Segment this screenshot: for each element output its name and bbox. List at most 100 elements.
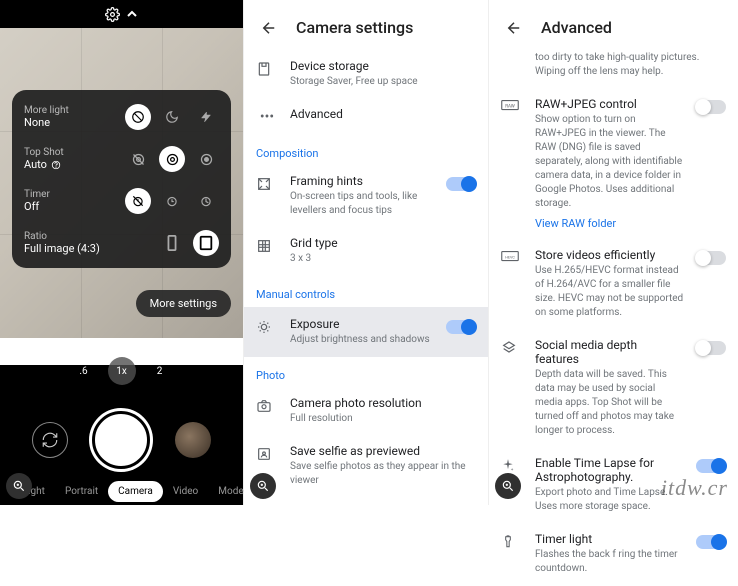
selfie-setting[interactable]: Save selfie as previewed Save selfie pho… xyxy=(256,436,476,498)
raw-jpeg-toggle[interactable] xyxy=(696,100,726,114)
shutter-button[interactable] xyxy=(92,411,150,469)
timer-off-icon[interactable] xyxy=(125,188,151,214)
quick-settings-panel: More light None Top Shot Auto xyxy=(12,90,231,268)
chevron-up-icon[interactable] xyxy=(126,10,138,18)
svg-text:RAW: RAW xyxy=(505,103,515,109)
hevc-icon: HEVC xyxy=(501,248,523,262)
resolution-setting[interactable]: Camera photo resolution Full resolution xyxy=(256,388,476,436)
advanced-label: Advanced xyxy=(290,107,476,121)
zoom-2x[interactable]: 2 xyxy=(146,357,174,385)
grid-type-setting[interactable]: Grid type 3 x 3 xyxy=(256,228,476,276)
view-raw-folder-link[interactable]: View RAW folder xyxy=(535,217,684,230)
topshot-auto-icon[interactable] xyxy=(159,146,185,172)
grid-type-label: Grid type xyxy=(290,236,476,250)
device-storage-label: Device storage xyxy=(290,59,476,73)
lens-hint-desc: too dirty to take high-quality pictures.… xyxy=(535,51,726,79)
flash-on-icon[interactable] xyxy=(193,104,219,130)
selfie-desc: Save selfie photos as they appear in the… xyxy=(290,460,476,488)
social-depth-setting[interactable]: Social media depth features Depth data w… xyxy=(501,330,726,448)
flash-off-icon[interactable] xyxy=(125,104,151,130)
ratio-value: Full image (4:3) xyxy=(24,242,100,255)
zoom-0.6x[interactable]: .6 xyxy=(70,357,98,385)
resolution-desc: Full resolution xyxy=(290,412,476,426)
raw-jpeg-setting[interactable]: RAW RAW+JPEG control Show option to turn… xyxy=(501,89,726,240)
selfie-icon xyxy=(256,444,278,462)
framing-hints-toggle[interactable] xyxy=(446,177,476,191)
more-light-row: More light None xyxy=(24,104,219,130)
mode-portrait[interactable]: Portrait xyxy=(55,481,108,502)
mode-video[interactable]: Video xyxy=(163,481,208,502)
ratio-43-icon[interactable] xyxy=(193,230,219,256)
help-icon[interactable] xyxy=(51,160,61,170)
night-mode-icon[interactable] xyxy=(159,104,185,130)
store-videos-toggle[interactable] xyxy=(696,251,726,265)
back-arrow-icon[interactable] xyxy=(260,19,278,37)
camera-top-bar xyxy=(0,0,243,28)
exposure-setting[interactable]: Exposure Adjust brightness and shadows xyxy=(244,307,488,357)
camera-app-panel: More light None Top Shot Auto xyxy=(0,0,244,505)
framing-hints-setting[interactable]: Framing hints On-screen tips and tools, … xyxy=(256,166,476,228)
more-light-value: None xyxy=(24,116,69,129)
mode-camera[interactable]: Camera xyxy=(108,481,163,502)
topshot-on-icon[interactable] xyxy=(193,146,219,172)
grid-type-desc: 3 x 3 xyxy=(290,252,476,266)
sparkle-icon xyxy=(501,456,523,472)
exposure-toggle[interactable] xyxy=(446,320,476,334)
store-videos-setting[interactable]: HEVC Store videos efficiently Use H.265/… xyxy=(501,240,726,330)
advanced-setting[interactable]: ••• Advanced xyxy=(256,99,476,135)
store-videos-desc: Use H.265/HEVC format instead of H.264/A… xyxy=(535,264,684,320)
exposure-icon xyxy=(256,317,278,335)
store-videos-label: Store videos efficiently xyxy=(535,248,684,262)
timer-light-toggle[interactable] xyxy=(696,535,726,549)
raw-jpeg-desc: Show option to turn on RAW+JPEG in the v… xyxy=(535,113,684,211)
ratio-169-icon[interactable] xyxy=(159,230,185,256)
flashlight-icon xyxy=(501,532,523,550)
zoom-1x[interactable]: 1x xyxy=(108,357,136,385)
settings-gear-icon[interactable] xyxy=(105,7,120,22)
magnifier-icon[interactable] xyxy=(250,473,276,499)
magnifier-icon[interactable] xyxy=(6,473,32,499)
raw-jpeg-label: RAW+JPEG control xyxy=(535,97,684,111)
resolution-label: Camera photo resolution xyxy=(290,396,476,410)
ratio-row: Ratio Full image (4:3) xyxy=(24,230,219,256)
svg-text:HEVC: HEVC xyxy=(505,255,515,259)
camera-bottom-controls: .6 1x 2 it Sight Portrait Camera Video M… xyxy=(0,365,243,505)
settings-header: Camera settings xyxy=(244,0,488,51)
device-storage-desc: Storage Saver, Free up space xyxy=(290,75,476,89)
social-depth-toggle[interactable] xyxy=(696,341,726,355)
exposure-label: Exposure xyxy=(290,317,434,331)
watermark: itdw.cr xyxy=(661,475,728,501)
framing-icon xyxy=(256,174,278,192)
grid-icon xyxy=(256,236,278,254)
zoom-selector[interactable]: .6 1x 2 xyxy=(0,357,243,385)
composition-section: Composition xyxy=(256,135,476,166)
social-depth-label: Social media depth features xyxy=(535,338,684,366)
selfie-label: Save selfie as previewed xyxy=(290,444,476,458)
gallery-thumbnail[interactable] xyxy=(175,422,211,458)
timer-3s-icon[interactable] xyxy=(159,188,185,214)
timer-value: Off xyxy=(24,200,50,213)
exposure-desc: Adjust brightness and shadows xyxy=(290,333,434,347)
advanced-header: Advanced xyxy=(489,0,738,51)
more-light-label: More light xyxy=(24,105,69,116)
timelapse-toggle[interactable] xyxy=(696,459,726,473)
timer-light-desc: Flashes the back f ring the timer countd… xyxy=(535,548,684,576)
timer-10s-icon[interactable] xyxy=(193,188,219,214)
top-shot-row: Top Shot Auto xyxy=(24,146,219,172)
switch-camera-button[interactable] xyxy=(32,422,68,458)
advanced-title: Advanced xyxy=(541,18,612,37)
advanced-settings-panel: Advanced too dirty to take high-quality … xyxy=(489,0,738,505)
photo-section: Photo xyxy=(256,357,476,388)
camera-viewfinder[interactable]: More light None Top Shot Auto xyxy=(0,28,243,338)
timer-light-label: Timer light xyxy=(535,532,684,546)
timer-light-setting[interactable]: Timer light Flashes the back f ring the … xyxy=(501,524,726,586)
more-settings-button[interactable]: More settings xyxy=(136,290,231,317)
framing-hints-desc: On-screen tips and tools, like levellers… xyxy=(290,190,434,218)
topshot-off-icon[interactable] xyxy=(125,146,151,172)
device-storage-setting[interactable]: Device storage Storage Saver, Free up sp… xyxy=(256,51,476,99)
camera-icon xyxy=(256,396,278,414)
lens-hint-row: too dirty to take high-quality pictures.… xyxy=(501,51,726,89)
magnifier-icon[interactable] xyxy=(495,473,521,499)
back-arrow-icon[interactable] xyxy=(505,19,523,37)
camera-settings-panel: Camera settings Device storage Storage S… xyxy=(244,0,489,505)
